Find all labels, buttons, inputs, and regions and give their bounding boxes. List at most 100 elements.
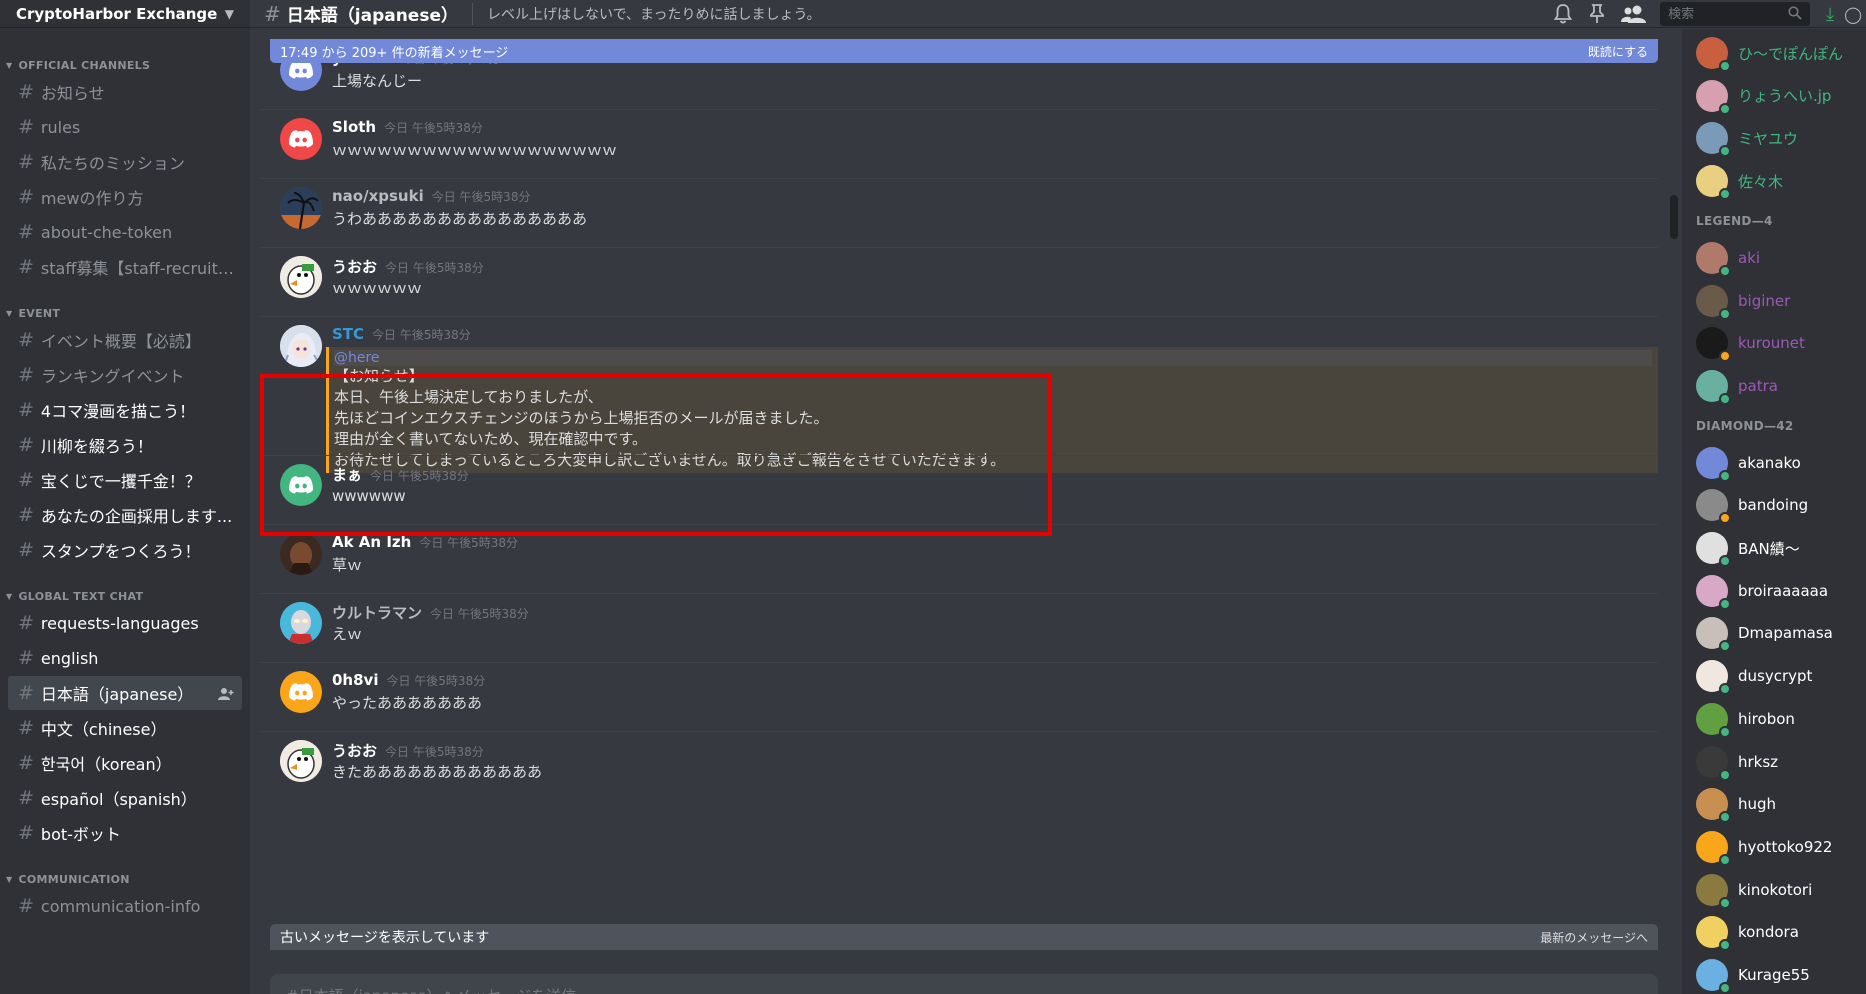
channel-item[interactable]: # english	[8, 641, 242, 675]
old-messages-banner[interactable]: 古いメッセージを表示しています 最新のメッセージへ	[270, 924, 1658, 950]
message-text: 草ｗ	[332, 556, 363, 574]
server-header[interactable]: CryptoHarbor Exchange ▼	[0, 0, 250, 28]
user-avatar[interactable]	[280, 602, 322, 644]
channel-item[interactable]: # español（spanish）	[8, 781, 242, 815]
message-author[interactable]: Ak An Izh	[332, 533, 411, 551]
member-item[interactable]: kondora	[1696, 912, 1799, 952]
message-scrollbar[interactable]	[1668, 29, 1678, 994]
user-avatar[interactable]	[280, 740, 322, 782]
member-item[interactable]: ひ～でぽんぽん	[1696, 33, 1843, 73]
message-text: えｗ	[332, 625, 363, 643]
member-item[interactable]: Kurage55	[1696, 955, 1810, 994]
hash-icon: #	[18, 822, 34, 844]
mark-read-button[interactable]: 既読にする	[1588, 43, 1648, 60]
channel-item[interactable]: # 川柳を綴ろう！	[8, 428, 242, 462]
channel-item[interactable]: # ランキングイベント	[8, 358, 242, 392]
channel-item[interactable]: # 中文（chinese）	[8, 711, 242, 745]
mention-tag[interactable]: @here	[334, 350, 1652, 366]
member-item[interactable]: 佐々木	[1696, 161, 1783, 201]
channel-item[interactable]: #4コマ漫画を描こう！	[8, 393, 242, 427]
channel-item[interactable]: # あなたの企画採用します...	[8, 498, 242, 532]
channel-item[interactable]: # about-che-token	[8, 215, 242, 249]
message-author[interactable]: nao/xpsuki	[332, 187, 424, 205]
search-icon[interactable]	[1788, 5, 1802, 24]
channel-item[interactable]: # 日本語（japanese）	[8, 676, 242, 710]
channel-item[interactable]: # mewの作り方	[8, 180, 242, 214]
scroll-thumb[interactable]	[1670, 195, 1678, 239]
member-item[interactable]: hirobon	[1696, 699, 1795, 739]
user-avatar[interactable]	[280, 671, 322, 713]
channel-label: スタンプをつくろう！	[40, 542, 201, 561]
member-name: aki	[1738, 248, 1761, 267]
user-avatar[interactable]	[280, 118, 322, 160]
user-avatar[interactable]	[280, 533, 322, 575]
user-avatar[interactable]	[280, 187, 322, 229]
channel-item[interactable]: # スタンプをつくろう！	[8, 533, 242, 567]
message-divider	[260, 247, 1658, 248]
search-box[interactable]	[1660, 2, 1811, 26]
message-author[interactable]: うおお	[332, 256, 377, 277]
message-input[interactable]	[286, 987, 1586, 994]
add-member-icon[interactable]	[218, 686, 234, 700]
member-item[interactable]: dusycrypt	[1696, 656, 1812, 696]
channel-item[interactable]: # communication-info	[8, 889, 242, 923]
category-label: GLOBAL TEXT CHAT	[18, 589, 144, 603]
member-item[interactable]: hrksz	[1696, 742, 1778, 782]
member-item[interactable]: hyottoko922	[1696, 827, 1832, 867]
user-avatar[interactable]	[280, 325, 322, 367]
channel-item[interactable]: # お知らせ	[8, 75, 242, 109]
help-icon[interactable]: ◯	[1844, 5, 1862, 24]
hash-icon: #	[18, 151, 34, 173]
chevron-down-icon: ▼	[6, 60, 13, 70]
message-body: うおお 今日 午後5時38分 ｗｗｗｗｗｗ	[332, 256, 1658, 299]
member-item[interactable]: kinokotori	[1696, 870, 1812, 910]
user-avatar[interactable]	[280, 464, 322, 506]
message-author[interactable]: まぁ	[332, 464, 362, 485]
member-item[interactable]: broiraaaaaa	[1696, 571, 1828, 611]
member-item[interactable]: akanako	[1696, 443, 1801, 483]
message-author[interactable]: 0h8vi	[332, 671, 378, 689]
member-item[interactable]: りょうへい.jp	[1696, 76, 1831, 116]
new-messages-banner[interactable]: 17:49 から 209+ 件の新着メッセージ 既読にする	[270, 39, 1658, 63]
user-avatar[interactable]	[280, 256, 322, 298]
message-composer[interactable]	[270, 974, 1658, 994]
member-item[interactable]: biginer	[1696, 281, 1790, 321]
channel-label: mewの作り方	[40, 189, 144, 208]
search-input[interactable]	[1668, 6, 1779, 22]
member-item[interactable]: Dmapamasa	[1696, 613, 1833, 653]
members-icon[interactable]	[1620, 3, 1648, 25]
chevron-down-icon[interactable]: ▼	[225, 7, 234, 21]
channel-item[interactable]: # 한국어（korean）	[8, 746, 242, 780]
channel-item[interactable]: # 私たちのミッション	[8, 145, 242, 179]
jump-latest-button[interactable]: 最新のメッセージへ	[1540, 929, 1648, 946]
message-author[interactable]: うおお	[332, 740, 377, 761]
message-header: うおお 今日 午後5時38分	[332, 256, 1658, 278]
member-item[interactable]: hugh	[1696, 784, 1776, 824]
channel-item[interactable]: # staff募集【staff-recruitme..	[8, 250, 242, 284]
hash-icon: #	[18, 647, 34, 669]
channel-category[interactable]: ▼ GLOBAL TEXT CHAT	[0, 587, 250, 605]
download-icon[interactable]: ⤓	[1826, 4, 1834, 25]
channel-category[interactable]: ▼ COMMUNICATION	[0, 870, 250, 888]
message-author[interactable]: STC	[332, 325, 364, 343]
channel-label: 한국어（korean）	[40, 755, 172, 774]
channel-item[interactable]: # requests-languages	[8, 606, 242, 640]
member-item[interactable]: aki	[1696, 238, 1760, 278]
channel-category[interactable]: ▼ EVENT	[0, 304, 250, 322]
message-author[interactable]: ウルトラマン	[332, 602, 422, 623]
member-item[interactable]: patra	[1696, 366, 1778, 406]
member-item[interactable]: kurounet	[1696, 323, 1805, 363]
channel-item[interactable]: # rules	[8, 110, 242, 144]
channel-label: 私たちのミッション	[40, 154, 185, 173]
member-item[interactable]: ミヤユウ	[1696, 118, 1798, 158]
message-author[interactable]: Sloth	[332, 118, 376, 136]
channel-item[interactable]: # イベント概要【必読】	[8, 323, 242, 357]
bell-icon[interactable]	[1552, 3, 1574, 25]
pin-icon[interactable]	[1586, 3, 1608, 25]
channel-item[interactable]: # bot-ボット	[8, 816, 242, 850]
channel-label: english	[40, 648, 99, 668]
channel-item[interactable]: # 宝くじで一攫千金！？	[8, 463, 242, 497]
member-item[interactable]: BAN績～	[1696, 528, 1800, 568]
channel-category[interactable]: ▼ OFFICIAL CHANNELS	[0, 56, 250, 74]
member-item[interactable]: bandoing	[1696, 485, 1808, 525]
